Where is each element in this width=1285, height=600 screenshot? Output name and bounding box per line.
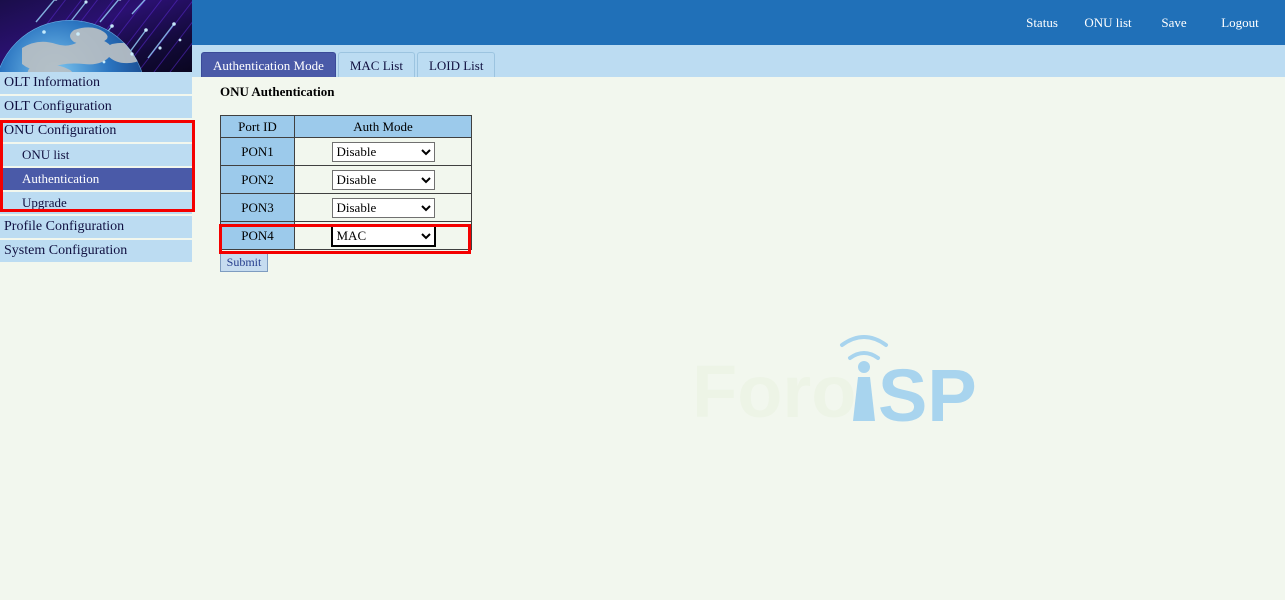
auth-mode-cell-pon1: DisableMACLOIDLOID+PWDHybrid — [295, 138, 472, 166]
topnav-onu-list[interactable]: ONU list — [1075, 0, 1141, 45]
watermark-text-sp: SP — [878, 354, 977, 437]
watermark-antenna-dot — [858, 361, 870, 373]
sidebar-item-upgrade[interactable]: Upgrade — [0, 192, 192, 214]
sidebar-item-olt-configuration[interactable]: OLT Configuration — [0, 96, 192, 118]
foroisp-logo-icon: Foro SP — [692, 327, 982, 437]
sidebar-item-authentication[interactable]: Authentication — [0, 168, 192, 190]
column-header-port-id: Port ID — [221, 116, 295, 138]
watermark-text-foro: Foro — [692, 350, 856, 433]
table-row: PON2 DisableMACLOIDLOID+PWDHybrid — [221, 166, 472, 194]
port-id-pon4: PON4 — [221, 222, 295, 250]
auth-mode-select-pon1[interactable]: DisableMACLOIDLOID+PWDHybrid — [332, 142, 435, 162]
sidebar-item-onu-configuration[interactable]: ONU Configuration — [0, 120, 192, 142]
sidebar-item-onu-list[interactable]: ONU list — [0, 144, 192, 166]
topnav-status[interactable]: Status — [1009, 0, 1075, 45]
table-row: PON4 DisableMACLOIDLOID+PWDHybrid — [221, 222, 472, 250]
tab-loid-list[interactable]: LOID List — [417, 52, 496, 77]
sidebar-item-system-configuration[interactable]: System Configuration — [0, 240, 192, 262]
submit-button[interactable]: Submit — [220, 252, 268, 272]
port-id-pon3: PON3 — [221, 194, 295, 222]
auth-mode-select-pon3[interactable]: DisableMACLOIDLOID+PWDHybrid — [332, 198, 435, 218]
auth-mode-cell-pon2: DisableMACLOIDLOID+PWDHybrid — [295, 166, 472, 194]
port-id-pon2: PON2 — [221, 166, 295, 194]
auth-mode-cell-pon3: DisableMACLOIDLOID+PWDHybrid — [295, 194, 472, 222]
tab-list: Authentication Mode MAC List LOID List — [201, 51, 497, 77]
tab-strip: Authentication Mode MAC List LOID List — [192, 45, 1285, 77]
top-header-bar: Status ONU list Save Logout — [192, 0, 1285, 45]
table-header-row: Port ID Auth Mode — [221, 116, 472, 138]
auth-mode-cell-pon4: DisableMACLOIDLOID+PWDHybrid — [295, 222, 472, 250]
auth-mode-select-pon2[interactable]: DisableMACLOIDLOID+PWDHybrid — [332, 170, 435, 190]
port-id-pon1: PON1 — [221, 138, 295, 166]
column-header-auth-mode: Auth Mode — [295, 116, 472, 138]
sidebar-navigation: OLT Information OLT Configuration ONU Co… — [0, 72, 192, 264]
topnav-save[interactable]: Save — [1141, 0, 1207, 45]
top-navigation: Status ONU list Save Logout — [1009, 0, 1273, 45]
globe-fiber-icon — [0, 0, 192, 72]
page-title: ONU Authentication — [220, 84, 334, 100]
tab-authentication-mode[interactable]: Authentication Mode — [201, 52, 336, 77]
sidebar-item-profile-configuration[interactable]: Profile Configuration — [0, 216, 192, 238]
header-banner-image — [0, 0, 192, 72]
main-content-panel: ONU Authentication Port ID Auth Mode PON… — [192, 77, 1285, 600]
topnav-logout[interactable]: Logout — [1207, 0, 1273, 45]
table-row: PON3 DisableMACLOIDLOID+PWDHybrid — [221, 194, 472, 222]
foroisp-watermark: Foro SP — [692, 327, 982, 437]
onu-authentication-table: Port ID Auth Mode PON1 DisableMACLOIDLOI… — [220, 115, 472, 250]
watermark-tower-shaft — [853, 377, 875, 421]
tab-mac-list[interactable]: MAC List — [338, 52, 415, 77]
auth-mode-select-pon4[interactable]: DisableMACLOIDLOID+PWDHybrid — [332, 226, 435, 246]
sidebar-item-olt-information[interactable]: OLT Information — [0, 72, 192, 94]
table-row: PON1 DisableMACLOIDLOID+PWDHybrid — [221, 138, 472, 166]
